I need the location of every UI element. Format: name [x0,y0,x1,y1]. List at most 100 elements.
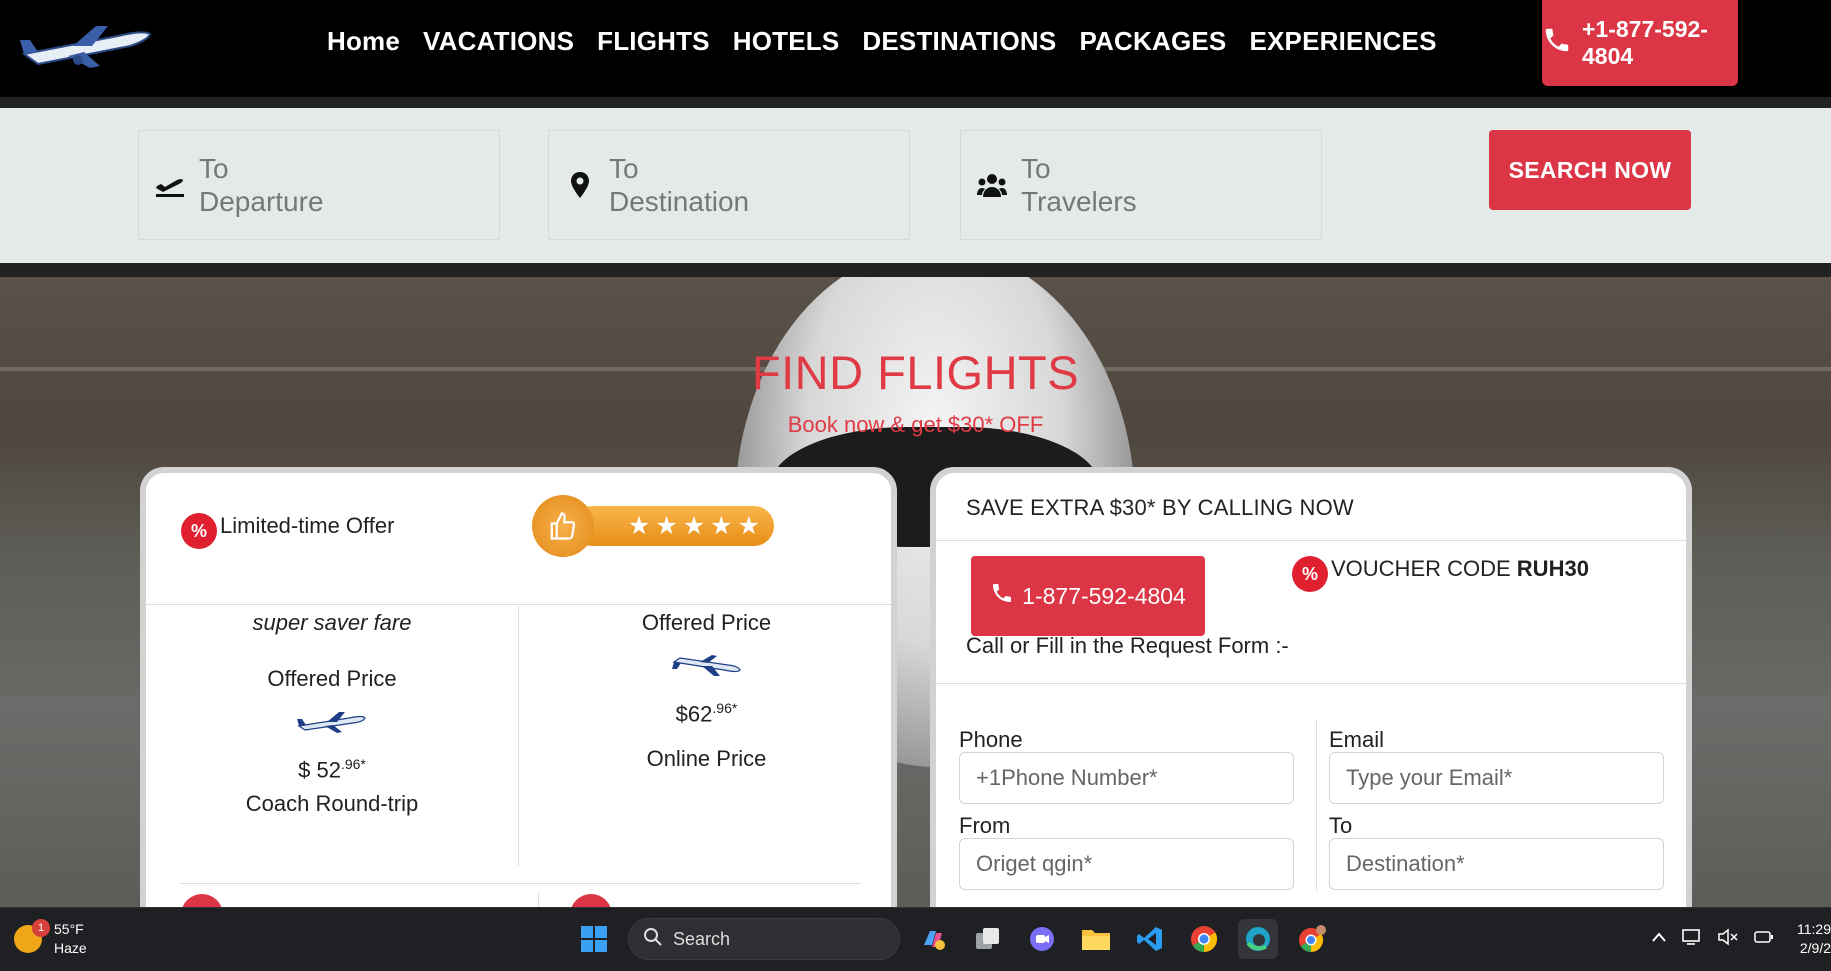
departure-label: Departure [199,186,324,217]
nav-vacations[interactable]: VACATIONS [423,26,574,57]
battery-icon[interactable] [1753,927,1775,952]
airplane-icon [297,710,367,739]
thumbs-up-icon [532,495,594,557]
edge-icon[interactable] [1238,919,1278,959]
price-columns: super saver fare Offered Price $ 52.96* … [146,606,891,866]
fare-type-label: super saver fare [252,610,412,635]
phone-label: Phone [959,727,1023,752]
coach-price: $ 52.96* [146,756,518,783]
phone-icon [990,581,1014,611]
airplane-icon [671,654,742,683]
divider [936,683,1686,684]
offer-card-header: % Limited-time Offer ★ ★ ★ ★ ★ [146,473,891,605]
weather-icon: 1 [14,919,50,953]
voucher-code: VOUCHER CODE RUH30 [1331,556,1589,582]
taskbar-search[interactable]: Search [628,918,900,960]
weather-condition: Haze [54,940,87,956]
divider [1316,721,1317,891]
star-icon: ★ [627,512,651,540]
call-now-button[interactable]: 1-877-592-4804 [971,556,1205,636]
clock-time: 11:29 [1797,921,1831,937]
airplane-logo[interactable] [18,16,158,72]
clock-date: 2/9/2 [1799,940,1831,956]
phone-input[interactable] [959,752,1294,804]
voucher-code-value: RUH30 [1516,556,1589,581]
percent-badge-icon: % [1292,556,1328,592]
stars-bar: ★ ★ ★ ★ ★ [572,506,774,546]
from-input[interactable] [959,838,1294,890]
speaker-muted-icon[interactable] [1717,927,1739,952]
online-price-cents: .96* [712,700,738,716]
clock[interactable]: 11:29 2/9/2 [1789,920,1831,958]
star-icon: ★ [655,512,678,540]
search-now-button[interactable]: SEARCH NOW [1489,130,1691,210]
chevron-up-icon[interactable] [1651,930,1667,948]
destination-prefix: To [609,153,639,184]
system-tray: 11:29 2/9/2 [1651,920,1831,958]
map-pin-icon [561,172,599,198]
windows-start-icon[interactable] [574,919,614,959]
chat-icon[interactable] [1022,919,1062,959]
coach-roundtrip-label: Coach Round-trip [245,791,419,816]
taskbar-apps: Search [574,918,1332,960]
online-price-main: $62 [675,701,713,727]
destination-label: Destination [609,186,750,217]
to-label: To [1329,813,1353,838]
nav-hotels[interactable]: HOTELS [733,26,840,57]
hero-subtitle: Book now & get $30* OFF [787,412,1044,437]
header-call-button[interactable]: +1-877-592-4804 [1542,0,1738,86]
network-icon[interactable] [1681,927,1703,952]
email-input[interactable] [1329,752,1664,804]
offer-card: % Limited-time Offer ★ ★ ★ ★ ★ super sav… [140,467,897,947]
voucher-label: VOUCHER CODE [1331,556,1517,581]
task-view-icon[interactable] [968,919,1008,959]
from-label: From [959,813,1011,838]
vscode-icon[interactable] [1130,919,1170,959]
star-icon: ★ [710,512,733,540]
file-explorer-icon[interactable] [1076,919,1116,959]
offered-price-label: Offered Price [267,666,397,691]
save-extra-heading: SAVE EXTRA $30* BY CALLING NOW [936,473,1686,541]
phone-icon [1542,25,1572,61]
divider [181,883,861,884]
nav-home[interactable]: Home [327,26,400,57]
call-or-fill-text: Call or Fill in the Request Form :- [966,633,1289,658]
rating-badge: ★ ★ ★ ★ ★ [532,495,774,557]
copilot-icon[interactable] [914,919,954,959]
destination-field[interactable]: To Destination [548,130,910,240]
users-icon [973,173,1011,197]
star-icon: ★ [682,512,706,540]
travelers-field[interactable]: To Travelers [960,130,1322,240]
email-label: Email [1329,727,1385,752]
temperature: 55°F [54,921,84,937]
hero-title: FIND FLIGHTS [751,346,1080,399]
coach-price-cents: .96* [340,756,366,772]
travelers-prefix: To [1021,153,1051,184]
travelers-label: Travelers [1021,186,1137,217]
flight-search-bar: To Departure To Destination To Travelers SE… [0,108,1831,263]
offered-price-label: Offered Price [641,610,772,635]
taskbar: 1 55°F Haze Search 11:29 2/9/2 [0,907,1831,971]
search-icon [643,927,663,952]
departure-prefix: To [199,153,229,184]
nav-destinations[interactable]: DESTINATIONS [862,26,1056,57]
weather-widget[interactable]: 1 55°F Haze [14,919,87,958]
price-column-coach: super saver fare Offered Price $ 52.96* … [146,606,519,866]
online-price-label: Online Price [646,746,767,771]
request-form-card: SAVE EXTRA $30* BY CALLING NOW 1-877-592… [930,467,1692,947]
nav-experiences[interactable]: EXPERIENCES [1249,26,1436,57]
percent-badge-icon: % [181,513,217,549]
to-input[interactable] [1329,838,1664,890]
plane-departure-icon [151,172,189,198]
online-price: $62.96* [520,700,891,727]
nav-flights[interactable]: FLIGHTS [597,26,710,57]
call-phone-number: 1-877-592-4804 [1022,582,1186,609]
nav-packages[interactable]: PACKAGES [1079,26,1226,57]
chrome-icon[interactable] [1184,919,1224,959]
header-phone-number: +1-877-592-4804 [1582,16,1708,69]
departure-field[interactable]: To Departure [138,130,500,240]
notification-badge: 1 [32,919,50,937]
taskbar-search-label: Search [673,928,731,949]
chrome-profile-icon[interactable] [1292,919,1332,959]
limited-offer-label: Limited-time Offer [220,513,395,538]
